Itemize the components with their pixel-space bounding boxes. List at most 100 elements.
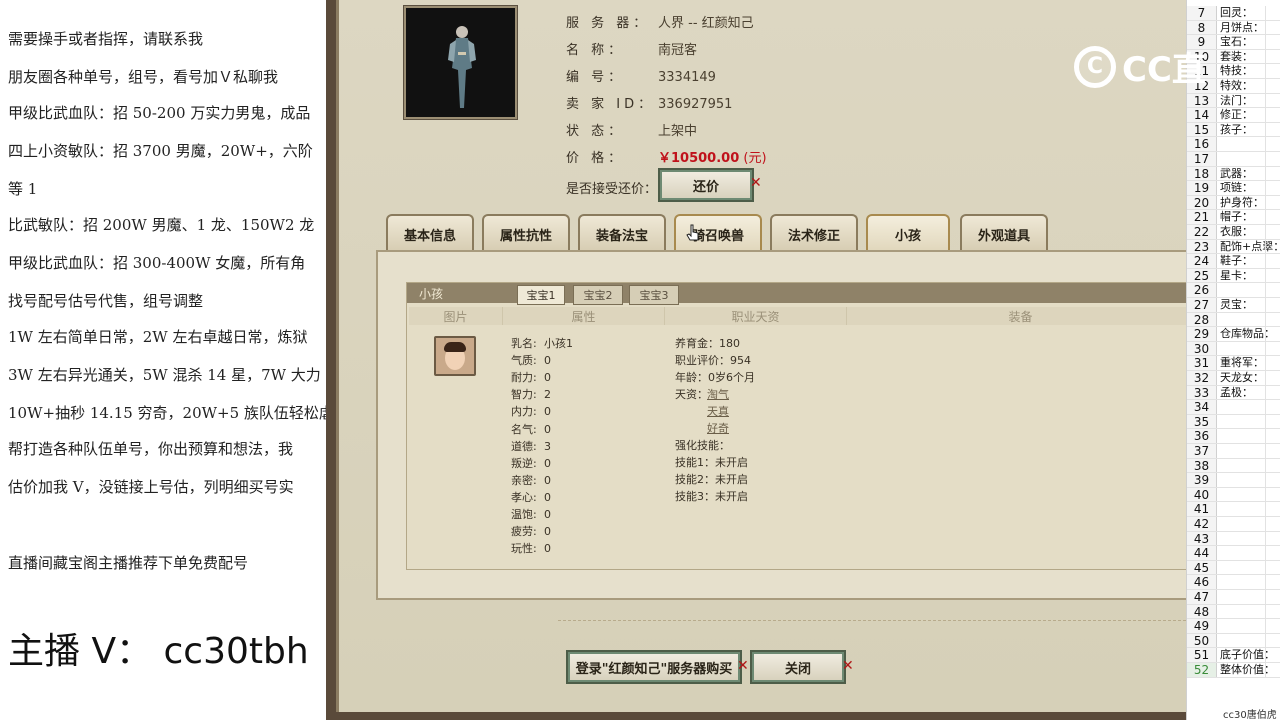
tab-child[interactable]: 小孩: [866, 214, 950, 252]
sheet-row[interactable]: 40: [1187, 487, 1280, 503]
talent-link[interactable]: 好奇: [707, 420, 729, 436]
row-number[interactable]: 35: [1187, 414, 1217, 429]
row-number[interactable]: 43: [1187, 531, 1217, 545]
sheet-row[interactable]: 45: [1187, 560, 1280, 576]
row-number[interactable]: 41: [1187, 502, 1217, 516]
row-number[interactable]: 13: [1187, 93, 1217, 107]
sheet-row[interactable]: 15 孩子：: [1187, 122, 1280, 138]
sheet-row[interactable]: 32 天龙女：: [1187, 371, 1280, 386]
row-number[interactable]: 40: [1187, 487, 1217, 502]
sheet-row[interactable]: 21 帽子：: [1187, 210, 1280, 225]
row-number[interactable]: 24: [1187, 254, 1217, 268]
row-number[interactable]: 29: [1187, 327, 1217, 341]
talent-link[interactable]: 天真: [707, 403, 729, 419]
sheet-row[interactable]: 50: [1187, 633, 1280, 649]
row-number[interactable]: 30: [1187, 341, 1217, 356]
sheet-row[interactable]: 52 整体价值：: [1187, 663, 1280, 678]
close-button[interactable]: 关闭: [750, 650, 846, 684]
sheet-row[interactable]: 47: [1187, 590, 1280, 605]
sheet-row[interactable]: 37: [1187, 444, 1280, 459]
tab-appearance[interactable]: 外观道具: [960, 214, 1048, 252]
sheet-row[interactable]: 17: [1187, 152, 1280, 167]
row-number[interactable]: 22: [1187, 225, 1217, 239]
row-number[interactable]: 7: [1187, 6, 1217, 20]
row-number[interactable]: 14: [1187, 108, 1217, 122]
row-number[interactable]: 52: [1187, 663, 1217, 677]
sheet-row[interactable]: 13 法门：: [1187, 93, 1280, 109]
sheet-row[interactable]: 43: [1187, 531, 1280, 547]
subtab-baby-1[interactable]: 宝宝1: [517, 285, 565, 305]
sheet-row[interactable]: 30: [1187, 341, 1280, 357]
row-number[interactable]: 36: [1187, 429, 1217, 443]
row-number[interactable]: 45: [1187, 560, 1217, 575]
sheet-row[interactable]: 51 底子价值：: [1187, 648, 1280, 663]
sheet-row[interactable]: 39: [1187, 473, 1280, 488]
row-number[interactable]: 51: [1187, 648, 1217, 662]
row-number[interactable]: 32: [1187, 371, 1217, 385]
row-number[interactable]: 37: [1187, 444, 1217, 458]
subtab-baby-2[interactable]: 宝宝2: [573, 285, 623, 305]
sheet-row[interactable]: 7 回灵：: [1187, 6, 1280, 21]
row-number[interactable]: 15: [1187, 122, 1217, 137]
row-number[interactable]: 31: [1187, 356, 1217, 370]
row-number[interactable]: 46: [1187, 575, 1217, 589]
row-number[interactable]: 27: [1187, 298, 1217, 312]
buy-login-button[interactable]: 登录"红颜知己"服务器购买: [566, 650, 742, 684]
row-number[interactable]: 50: [1187, 633, 1217, 648]
row-number[interactable]: 38: [1187, 458, 1217, 472]
row-number[interactable]: 17: [1187, 152, 1217, 166]
row-number[interactable]: 48: [1187, 604, 1217, 618]
bargain-button[interactable]: 还价: [658, 168, 754, 202]
tab-attributes[interactable]: 属性抗性: [482, 214, 570, 252]
sheet-row[interactable]: 20 护身符：: [1187, 195, 1280, 211]
sheet-row[interactable]: 22 衣服：: [1187, 225, 1280, 240]
sheet-row[interactable]: 33 孟极：: [1187, 385, 1280, 401]
tab-spell-correction[interactable]: 法术修正: [770, 214, 858, 252]
sheet-row[interactable]: 23 配饰+点翠：: [1187, 239, 1280, 255]
sheet-row[interactable]: 14 修正：: [1187, 108, 1280, 123]
sheet-row[interactable]: 34: [1187, 400, 1280, 415]
sheet-row[interactable]: 26: [1187, 283, 1280, 298]
sheet-row[interactable]: 19 项链：: [1187, 181, 1280, 196]
row-number[interactable]: 23: [1187, 239, 1217, 253]
row-number[interactable]: 8: [1187, 20, 1217, 34]
sheet-row[interactable]: 38: [1187, 458, 1280, 474]
talent-link[interactable]: 淘气: [707, 386, 729, 402]
row-number[interactable]: 16: [1187, 137, 1217, 151]
note-line: 等 1: [8, 180, 38, 198]
sheet-row[interactable]: 18 武器：: [1187, 166, 1280, 182]
sheet-row[interactable]: 36: [1187, 429, 1280, 444]
sheet-row[interactable]: 28: [1187, 312, 1280, 328]
sheet-row[interactable]: 24 鞋子：: [1187, 254, 1280, 269]
row-number[interactable]: 25: [1187, 268, 1217, 283]
subtab-baby-3[interactable]: 宝宝3: [629, 285, 679, 305]
row-number[interactable]: 21: [1187, 210, 1217, 224]
tab-basic-info[interactable]: 基本信息: [386, 214, 474, 252]
sheet-row[interactable]: 42: [1187, 517, 1280, 532]
sheet-row[interactable]: 29 仓库物品：: [1187, 327, 1280, 342]
sheet-row[interactable]: 41: [1187, 502, 1280, 517]
row-number[interactable]: 34: [1187, 400, 1217, 414]
row-number[interactable]: 49: [1187, 619, 1217, 633]
row-number[interactable]: 28: [1187, 312, 1217, 326]
sheet-row[interactable]: 27 灵宝：: [1187, 298, 1280, 313]
sheet-row[interactable]: 44: [1187, 546, 1280, 561]
row-number[interactable]: 42: [1187, 517, 1217, 531]
sheet-row[interactable]: 49: [1187, 619, 1280, 634]
sheet-row[interactable]: 8 月饼点：: [1187, 20, 1280, 36]
sheet-row[interactable]: 25 星卡：: [1187, 268, 1280, 284]
row-number[interactable]: 47: [1187, 590, 1217, 604]
row-number[interactable]: 39: [1187, 473, 1217, 487]
sheet-row[interactable]: 16: [1187, 137, 1280, 152]
row-number[interactable]: 18: [1187, 166, 1217, 180]
row-number[interactable]: 33: [1187, 385, 1217, 399]
sheet-row[interactable]: 46: [1187, 575, 1280, 590]
tab-equipment[interactable]: 装备法宝: [578, 214, 666, 252]
row-number[interactable]: 19: [1187, 181, 1217, 195]
row-number[interactable]: 26: [1187, 283, 1217, 297]
row-number[interactable]: 44: [1187, 546, 1217, 560]
row-number[interactable]: 20: [1187, 195, 1217, 210]
sheet-row[interactable]: 48: [1187, 604, 1280, 620]
sheet-row[interactable]: 31 重将军：: [1187, 356, 1280, 371]
sheet-row[interactable]: 35: [1187, 414, 1280, 430]
